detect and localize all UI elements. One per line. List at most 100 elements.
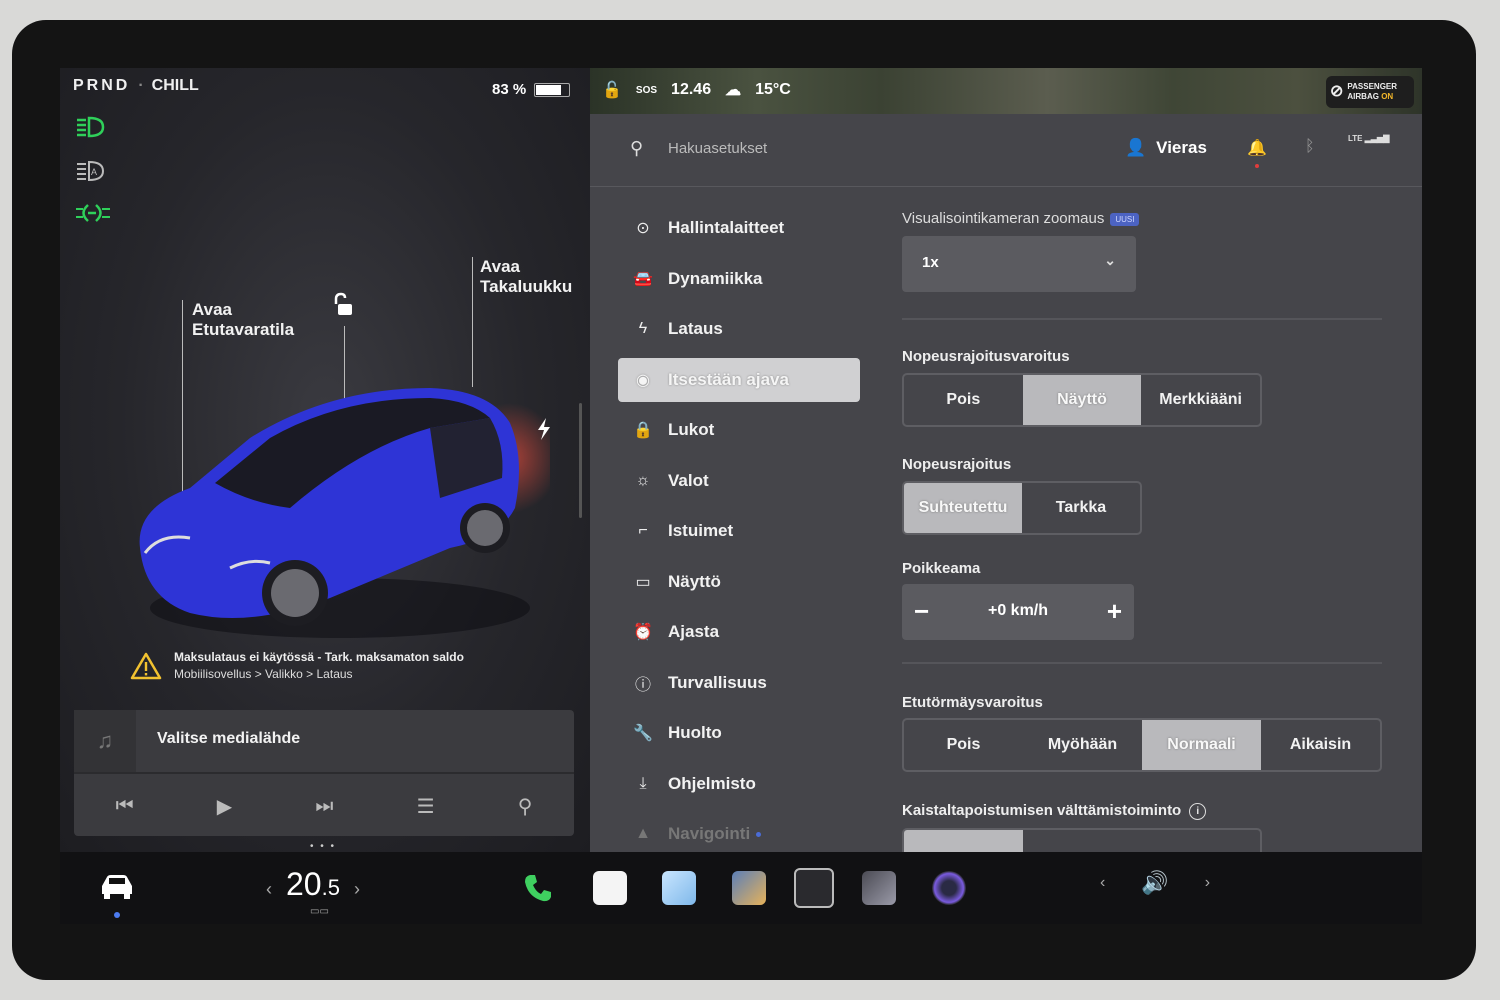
sidebar-item-2[interactable]: ϟ Lataus — [618, 307, 860, 351]
fog-light-icon[interactable] — [75, 200, 111, 226]
car-controls-icon[interactable] — [98, 872, 136, 900]
notification-bell-icon[interactable]: 🔔 — [1247, 138, 1267, 158]
car-model-image[interactable] — [130, 368, 550, 648]
speed-warning-selector: Pois Näyttö Merkkiääni — [902, 373, 1262, 427]
chevron-down-icon: ⌄ — [1104, 252, 1116, 268]
low-beam-icon[interactable] — [75, 114, 111, 140]
speed-warning-option[interactable]: Pois — [904, 375, 1023, 425]
section-divider — [902, 318, 1382, 320]
equalizer-icon[interactable]: ☰ — [417, 794, 435, 819]
sos-indicator: SOS — [635, 84, 658, 96]
speed-limit-option[interactable]: Suhteutettu — [904, 483, 1022, 533]
touchscreen: PRND · CHILL 83 % A Avaa Etutavaratila A… — [60, 68, 1422, 924]
offset-increase-button[interactable]: + — [1107, 596, 1122, 627]
next-track-icon[interactable]: ⏭ — [315, 795, 333, 818]
navigation-icon: ▲ — [635, 825, 651, 842]
lte-label: LTE — [1348, 134, 1363, 143]
media-source-row[interactable]: ♫ Valitse medialähde — [74, 710, 574, 774]
map-strip: 🔓 SOS 12.46 ☁ 15°C ⊘ PASSENGER AIRBAG ON — [590, 68, 1422, 114]
lane-departure-text: Kaistaltapoistumisen välttämistoiminto — [902, 802, 1182, 819]
sidebar-item-8[interactable]: ⏰ Ajasta — [618, 610, 860, 654]
collision-warning-option[interactable]: Myöhään — [1023, 720, 1142, 770]
unlock-icon[interactable] — [330, 292, 356, 318]
sidebar-item-1[interactable]: 🚘 Dynamiikka — [618, 257, 860, 301]
speed-warning-option[interactable]: Merkkiääni — [1141, 375, 1260, 425]
calendar-app-icon[interactable] — [593, 871, 627, 905]
collision-warning-option[interactable]: Aikaisin — [1261, 720, 1380, 770]
sidebar-item-12[interactable]: ▲ Navigointi — [618, 812, 860, 856]
charging-warning[interactable]: Maksulataus ei käytössä - Tark. maksamat… — [130, 641, 520, 691]
speed-warning-option[interactable]: Näyttö — [1022, 375, 1142, 425]
media-search-icon[interactable]: ⚲ — [518, 794, 533, 819]
volume-control: ‹ 🔊 › — [1100, 870, 1210, 896]
collision-warning-label: Etutörmäysvaroitus — [902, 694, 1043, 711]
temp-fraction: .5 — [321, 875, 340, 900]
auto-high-beam-icon[interactable]: A — [75, 158, 111, 184]
navigation-app-icon[interactable] — [862, 871, 896, 905]
sidebar-item-label: Turvallisuus — [668, 672, 767, 692]
temp-decrease-button[interactable]: ‹ — [266, 879, 272, 900]
lock-icon: 🔒 — [633, 422, 653, 439]
settings-search-input[interactable]: Hakuasetukset — [668, 140, 767, 157]
entertainment-app-icon[interactable] — [732, 871, 766, 905]
sidebar-item-4[interactable]: 🔒 Lukot — [618, 408, 860, 452]
previous-track-icon[interactable]: ⏮ — [116, 795, 134, 818]
temp-increase-button[interactable]: › — [354, 879, 360, 900]
airbag-state: ON — [1381, 92, 1394, 101]
messages-app-icon[interactable] — [662, 871, 696, 905]
sidebar-item-9[interactable]: ⓘ Turvallisuus — [618, 661, 860, 705]
settings-panel: 🔓 SOS 12.46 ☁ 15°C ⊘ PASSENGER AIRBAG ON… — [590, 68, 1422, 858]
volume-up-button[interactable]: › — [1205, 874, 1210, 892]
user-icon: 👤 — [1125, 138, 1147, 157]
sidebar-item-7[interactable]: ▭ Näyttö — [618, 560, 860, 604]
speed-limit-option[interactable]: Tarkka — [1022, 483, 1140, 533]
charging-bolt-icon — [538, 418, 550, 440]
active-indicator-dot — [114, 912, 120, 918]
clock-time: 12.46 — [671, 81, 712, 98]
open-frunk-button[interactable]: Avaa Etutavaratila — [192, 300, 294, 340]
sidebar-item-0[interactable]: ⊙ Hallintalaitteet — [618, 206, 860, 250]
collision-warning-selector: Pois Myöhään Normaali Aikaisin — [902, 718, 1382, 772]
music-note-icon: ♫ — [74, 710, 136, 772]
camera-zoom-text: Visualisointikameran zoomaus — [902, 210, 1105, 227]
media-player: ♫ Valitse medialähde ⏮ ▶ ⏭ ☰ ⚲ — [74, 710, 574, 836]
controls-app-icon[interactable] — [794, 868, 834, 908]
alarm-clock-icon: ⏰ — [633, 624, 653, 641]
sidebar-item-10[interactable]: 🔧 Huolto — [618, 711, 860, 755]
sidebar-item-label: Navigointi — [668, 824, 751, 843]
volume-down-button[interactable]: ‹ — [1100, 874, 1105, 892]
steering-wheel-icon: ◉ — [636, 371, 650, 389]
sidebar-item-5[interactable]: ☼ Valot — [618, 459, 860, 503]
battery-percent: 83 % — [492, 81, 527, 98]
notification-dot — [1255, 164, 1259, 168]
car-status-panel: PRND · CHILL 83 % A Avaa Etutavaratila A… — [60, 68, 590, 852]
separator: · — [138, 77, 144, 94]
play-icon[interactable]: ▶ — [217, 794, 232, 819]
sidebar-item-label: Lukot — [668, 420, 715, 439]
display-icon: ▭ — [635, 573, 651, 591]
bluetooth-icon[interactable]: ᛒ — [1305, 138, 1315, 156]
sidebar-item-label: Itsestään ajava — [668, 369, 789, 389]
open-trunk-button[interactable]: Avaa Takaluukku — [480, 257, 572, 297]
frunk-label-line2: Etutavaratila — [192, 320, 295, 339]
car-view-scrollbar[interactable] — [579, 403, 582, 518]
info-icon[interactable]: i — [1189, 802, 1207, 820]
phone-icon[interactable] — [522, 872, 554, 904]
camera-zoom-select[interactable]: 1x ⌄ — [902, 236, 1136, 292]
seat-heater-icon[interactable]: ▭▭ — [310, 906, 329, 917]
sidebar-item-11[interactable]: ⤓ Ohjelmisto — [618, 762, 860, 806]
sidebar-item-6[interactable]: ⌐ Istuimet — [618, 509, 860, 553]
camera-app-icon[interactable] — [932, 871, 966, 905]
temperature-value[interactable]: 20.5 — [286, 866, 340, 903]
driver-profile-button[interactable]: 👤 Vieras — [1125, 138, 1207, 158]
climate-temperature: ‹ 20.5 › — [266, 866, 360, 903]
speaker-icon[interactable]: 🔊 — [1141, 870, 1168, 896]
outside-temperature: 15°C — [755, 81, 791, 98]
sidebar-item-3[interactable]: ◉ Itsestään ajava — [618, 357, 860, 402]
sidebar-item-label: Valot — [668, 470, 709, 490]
wrench-icon: 🔧 — [633, 725, 653, 742]
collision-warning-option[interactable]: Pois — [904, 720, 1023, 770]
search-icon[interactable]: ⚲ — [630, 138, 643, 159]
collision-warning-option[interactable]: Normaali — [1142, 720, 1261, 770]
media-source-label: Valitse medialähde — [157, 730, 301, 747]
